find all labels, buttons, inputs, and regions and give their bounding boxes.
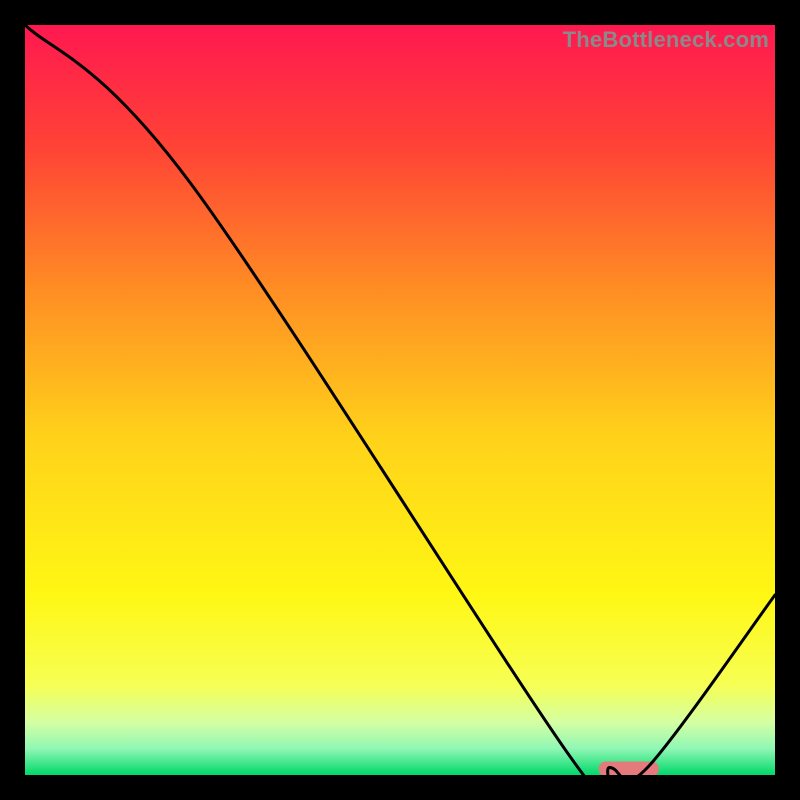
gradient-background	[25, 25, 775, 775]
watermark-label: TheBottleneck.com	[563, 27, 769, 53]
bottleneck-chart	[25, 25, 775, 775]
chart-frame: TheBottleneck.com	[25, 25, 775, 775]
